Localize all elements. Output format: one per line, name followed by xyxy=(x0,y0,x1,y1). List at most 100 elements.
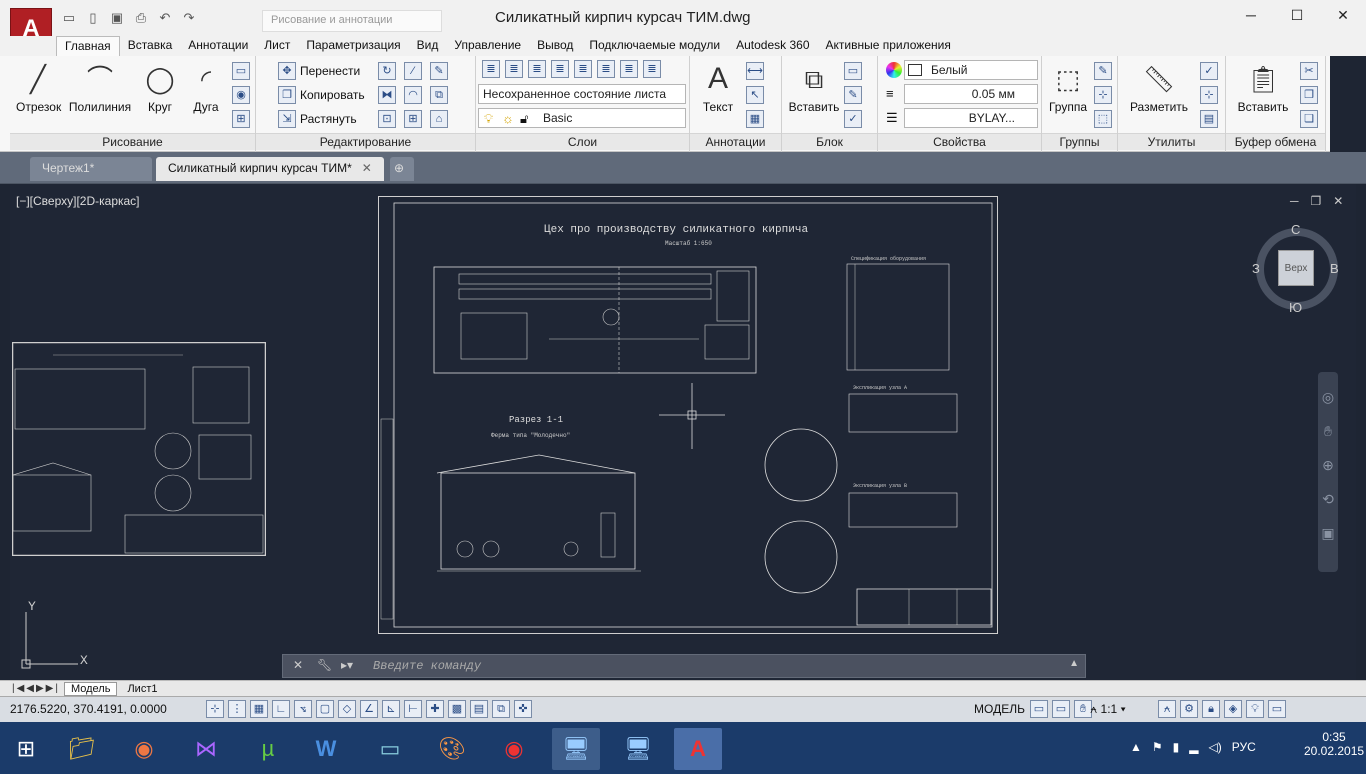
undo-icon[interactable]: ↶ xyxy=(156,10,174,26)
quick-select-icon[interactable]: ✓ xyxy=(1200,62,1218,80)
recent-commands-icon[interactable]: ▸▾ xyxy=(341,658,353,672)
doc-tab-drawing1[interactable]: Чертеж1* xyxy=(30,157,152,181)
explode-icon[interactable]: ⧉ xyxy=(430,86,448,104)
layer-off-icon[interactable]: ≣ xyxy=(528,60,546,78)
command-input[interactable]: Введите команду xyxy=(373,659,481,673)
close-icon[interactable]: ✕ xyxy=(1320,0,1366,30)
annotation-visibility-icon[interactable]: ⍲ xyxy=(1158,700,1176,718)
utorrent-icon[interactable]: µ xyxy=(244,728,292,770)
stretch-button[interactable]: ⇲ Растянуть xyxy=(278,110,357,128)
new-tab-button[interactable]: ⊕ xyxy=(390,157,414,181)
fillet-icon[interactable]: ◠ xyxy=(404,86,422,104)
infer-constraints-icon[interactable]: ⊹ xyxy=(206,700,224,718)
orbit-icon[interactable]: ⟲ xyxy=(1318,482,1338,516)
calculator-icon[interactable]: ▤ xyxy=(1200,110,1218,128)
layer-properties-icon[interactable]: ≣ xyxy=(482,60,500,78)
3d-osnap-icon[interactable]: ◇ xyxy=(338,700,356,718)
quick-view-layouts-icon[interactable]: ▭ xyxy=(1030,700,1048,718)
file-explorer-icon[interactable]: 📁︎ xyxy=(58,728,106,770)
compass-west[interactable]: З xyxy=(1252,261,1260,276)
mirror-icon[interactable]: ⧓ xyxy=(378,86,396,104)
vp-minimize-icon[interactable]: ─ xyxy=(1290,194,1299,208)
isolate-objects-icon[interactable]: 💡︎ xyxy=(1246,700,1264,718)
tab-sheet1[interactable]: Лист1 xyxy=(121,683,163,695)
panel-draw-label[interactable]: Рисование xyxy=(10,133,255,150)
tab-model[interactable]: Модель xyxy=(63,681,118,696)
steering-wheel-icon[interactable]: ◎ xyxy=(1318,380,1338,414)
otrack-icon[interactable]: ∠ xyxy=(360,700,378,718)
panel-properties-label[interactable]: Свойства xyxy=(878,133,1041,150)
tab-annotate[interactable]: Аннотации xyxy=(180,36,256,56)
insert-block-button[interactable]: ⧉ Вставить xyxy=(786,62,842,114)
group-edit-icon[interactable]: ⊹ xyxy=(1094,86,1112,104)
layout-nav-icons[interactable]: |◀◀▶▶| xyxy=(12,683,60,694)
paste-button[interactable]: 📋︎ Вставить xyxy=(1232,62,1294,114)
layer-state-dropdown[interactable]: Несохраненное состояние листа xyxy=(478,84,686,104)
network-computer-icon[interactable]: 🖥︎ xyxy=(614,728,662,770)
trim-icon[interactable]: ⁄ xyxy=(404,62,422,80)
color-dropdown[interactable]: Белый xyxy=(904,60,1038,80)
lock-ui-icon[interactable]: 🔒︎ xyxy=(1202,700,1220,718)
ortho-icon[interactable]: ∟ xyxy=(272,700,290,718)
chrome-icon[interactable]: ◉ xyxy=(120,728,168,770)
start-windows-icon[interactable]: ⊞ xyxy=(2,728,50,770)
polar-icon[interactable]: ⦪ xyxy=(294,700,312,718)
select-all-icon[interactable]: ⊹ xyxy=(1200,86,1218,104)
remote-desktop-icon[interactable]: 🖥︎ xyxy=(552,728,600,770)
word-icon[interactable]: W xyxy=(302,728,350,770)
minimize-icon[interactable]: ─ xyxy=(1228,0,1274,30)
tab-plugins[interactable]: Подключаемые модули xyxy=(581,36,728,56)
layer-lock-icon[interactable]: ≣ xyxy=(597,60,615,78)
print-icon[interactable]: ⎙ xyxy=(132,10,150,26)
tab-autodesk360[interactable]: Autodesk 360 xyxy=(728,36,817,56)
dyn-icon[interactable]: ⊢ xyxy=(404,700,422,718)
flag-icon[interactable]: ⚑ xyxy=(1152,740,1163,754)
paint-icon[interactable]: 🎨︎ xyxy=(428,728,476,770)
circle-button[interactable]: ◯ Круг xyxy=(138,62,182,114)
maximize-icon[interactable]: ☐ xyxy=(1274,0,1320,30)
close-tab-icon[interactable]: ✕ xyxy=(362,161,372,175)
visual-studio-icon[interactable]: ⋈ xyxy=(182,728,230,770)
line-button[interactable]: ╱ Отрезок xyxy=(16,62,61,114)
ducs-icon[interactable]: ⊾ xyxy=(382,700,400,718)
panel-utilities-label[interactable]: Утилиты xyxy=(1118,133,1225,150)
grid-icon[interactable]: ▦ xyxy=(250,700,268,718)
scale-icon[interactable]: ⊡ xyxy=(378,110,396,128)
edit-block-icon[interactable]: ✎ xyxy=(844,86,862,104)
workspace-switch-icon[interactable]: ⚙ xyxy=(1180,700,1198,718)
open-icon[interactable]: ▯ xyxy=(84,10,102,26)
osnap-icon[interactable]: ▢ xyxy=(316,700,334,718)
leader-icon[interactable]: ↖ xyxy=(746,86,764,104)
panel-clipboard-label[interactable]: Буфер обмена xyxy=(1226,133,1325,150)
linetype-dropdown[interactable]: BYLAY... xyxy=(904,108,1038,128)
transparency-icon[interactable]: ▩ xyxy=(448,700,466,718)
media-player-icon[interactable]: ◉ xyxy=(490,728,538,770)
offset-icon[interactable]: ⌂ xyxy=(430,110,448,128)
annotation-monitor-icon[interactable]: ✜ xyxy=(514,700,532,718)
network-icon[interactable]: ▂ xyxy=(1189,740,1198,754)
vp-restore-icon[interactable]: ❐ xyxy=(1311,194,1322,208)
compass-south[interactable]: Ю xyxy=(1289,300,1302,315)
hardware-accel-icon[interactable]: ◈ xyxy=(1224,700,1242,718)
tab-layout[interactable]: Лист xyxy=(256,36,298,56)
boundary-icon[interactable]: ⊞ xyxy=(232,110,250,128)
selection-cycling-icon[interactable]: ⧉ xyxy=(492,700,510,718)
tab-active-apps[interactable]: Активные приложения xyxy=(818,36,959,56)
coordinates-readout[interactable]: 2176.5220, 370.4191, 0.0000 xyxy=(10,702,167,716)
redo-icon[interactable]: ↷ xyxy=(180,10,198,26)
lineweight-toggle-icon[interactable]: ✚ xyxy=(426,700,444,718)
tab-parametric[interactable]: Параметризация xyxy=(298,36,408,56)
workspace-dropdown[interactable]: Рисование и аннотации xyxy=(262,10,442,32)
panel-annotation-label[interactable]: Аннотации xyxy=(690,133,781,150)
tab-home[interactable]: Главная xyxy=(56,36,120,56)
viewcube-top[interactable]: Верх xyxy=(1278,250,1314,286)
cmd-history-icon[interactable]: ▲ xyxy=(1069,658,1079,669)
attribute-icon[interactable]: ✓ xyxy=(844,110,862,128)
panel-modify-label[interactable]: Редактирование xyxy=(256,133,475,150)
create-block-icon[interactable]: ▭ xyxy=(844,62,862,80)
erase-icon[interactable]: ✎ xyxy=(430,62,448,80)
rotate-icon[interactable]: ↻ xyxy=(378,62,396,80)
tab-manage[interactable]: Управление xyxy=(446,36,529,56)
snap-icon[interactable]: ⋮ xyxy=(228,700,246,718)
autocad-taskbar-icon[interactable]: A xyxy=(674,728,722,770)
